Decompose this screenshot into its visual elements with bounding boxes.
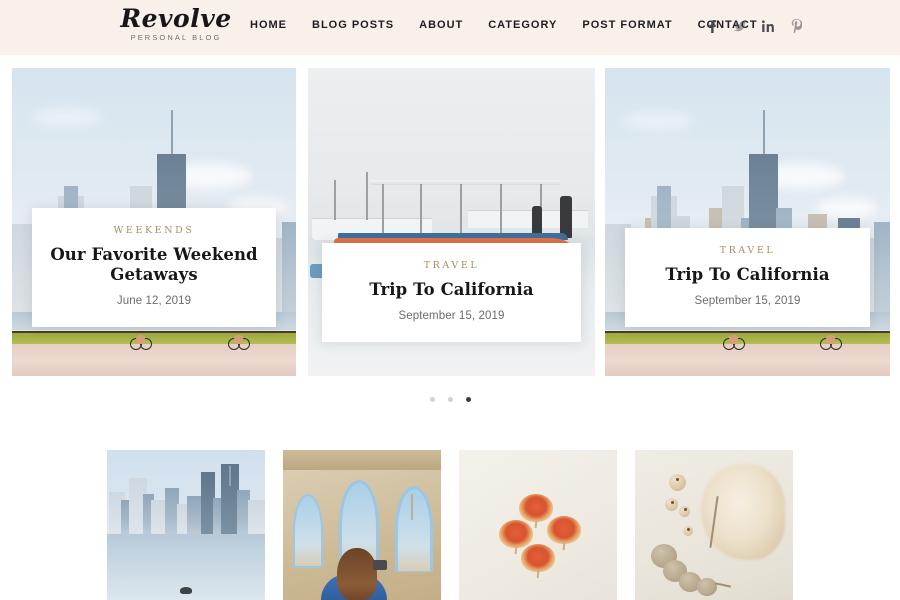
- gallery-item-4[interactable]: [635, 450, 793, 600]
- slide-date: June 12, 2019: [116, 295, 192, 307]
- linkedin-icon[interactable]: [762, 18, 774, 34]
- gallery-item-1[interactable]: [107, 450, 265, 600]
- slide-category[interactable]: TRAVEL: [635, 245, 860, 256]
- photo-gallery: [0, 450, 900, 600]
- nav-item-post-format[interactable]: POST FORMAT: [582, 19, 672, 31]
- carousel-dot-2[interactable]: [447, 397, 453, 402]
- carousel-dot-3[interactable]: [465, 397, 471, 402]
- carousel-slide-2[interactable]: WONDER LAGOON 8 TRAVEL Trip To Californi…: [308, 68, 595, 376]
- twitter-icon[interactable]: [734, 18, 746, 34]
- social-links: [706, 18, 802, 34]
- carousel-slide-1[interactable]: WEEKENDS Our Favorite Weekend Getaways J…: [12, 68, 296, 376]
- brand-tagline: PERSONAL BLOG: [130, 33, 222, 42]
- slide-image-chicago-2: [605, 68, 890, 376]
- brand-name: Revolve: [120, 4, 232, 33]
- slide-category[interactable]: WEEKENDS: [42, 225, 266, 236]
- nav-item-home[interactable]: HOME: [250, 19, 287, 31]
- featured-post-carousel: WEEKENDS Our Favorite Weekend Getaways J…: [0, 68, 900, 388]
- carousel-pagination: [0, 397, 900, 402]
- facebook-icon[interactable]: [706, 18, 718, 34]
- slide-category[interactable]: TRAVEL: [332, 260, 571, 271]
- slide-caption-card-1[interactable]: WEEKENDS Our Favorite Weekend Getaways J…: [32, 208, 276, 327]
- carousel-dot-1[interactable]: [429, 397, 435, 402]
- slide-title[interactable]: Our Favorite Weekend Getaways: [42, 245, 266, 285]
- nav-item-blog-posts[interactable]: BLOG POSTS: [312, 19, 394, 31]
- slide-caption-card-3[interactable]: TRAVEL Trip To California September 15, …: [625, 228, 870, 327]
- gallery-item-3[interactable]: [459, 450, 617, 600]
- site-logo[interactable]: Revolve PERSONAL BLOG: [96, 4, 256, 42]
- slide-date: September 15, 2019: [694, 295, 801, 307]
- pinterest-icon[interactable]: [790, 18, 802, 34]
- nav-item-category[interactable]: CATEGORY: [488, 19, 557, 31]
- slide-caption-card-2[interactable]: TRAVEL Trip To California September 15, …: [322, 243, 581, 342]
- site-header: Revolve PERSONAL BLOG HOME BLOG POSTS AB…: [0, 0, 900, 55]
- slide-title[interactable]: Trip To California: [332, 280, 571, 300]
- carousel-slide-3[interactable]: TRAVEL Trip To California September 15, …: [605, 68, 890, 376]
- nav-item-about[interactable]: ABOUT: [419, 19, 463, 31]
- main-navigation: HOME BLOG POSTS ABOUT CATEGORY POST FORM…: [250, 19, 758, 31]
- slide-date: September 15, 2019: [398, 310, 505, 322]
- slide-title[interactable]: Trip To California: [635, 265, 860, 285]
- gallery-item-2[interactable]: [283, 450, 441, 600]
